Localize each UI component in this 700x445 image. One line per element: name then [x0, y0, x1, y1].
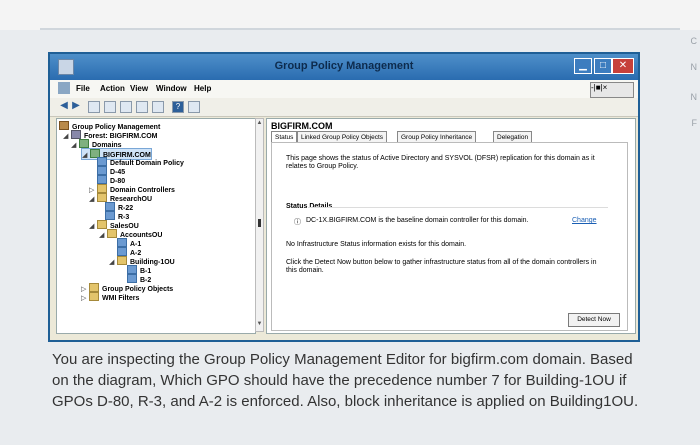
pane-title: BIGFIRM.COM	[271, 121, 333, 131]
gpo-link-icon	[105, 202, 115, 211]
forest-icon	[71, 130, 81, 139]
domains-icon	[79, 139, 89, 148]
list-icon[interactable]	[104, 101, 116, 113]
gpm-window: Group Policy Management ▁ □ ✕ File Actio…	[48, 52, 640, 342]
details-pane: BIGFIRM.COM Status Linked Group Policy O…	[266, 118, 636, 334]
toolbar: ◀ ▶ ?	[50, 98, 638, 117]
detect-hint: Click the Detect Now button below to gat…	[286, 259, 597, 266]
edge-letter: C	[690, 36, 698, 46]
gpo-link-icon	[117, 238, 127, 247]
menu-view[interactable]: View	[130, 84, 148, 93]
gpo-link-icon	[97, 175, 107, 184]
back-arrow-icon[interactable]: ◀	[58, 101, 70, 113]
menu-file[interactable]: File	[76, 84, 90, 93]
folder-icon[interactable]	[88, 101, 100, 113]
scroll-down-icon[interactable]: ▼	[256, 321, 263, 330]
ou-icon	[107, 229, 117, 238]
console-tree: Group Policy Management ◢ Forest: BIGFIRM…	[56, 118, 256, 334]
edge-letter: F	[691, 118, 698, 128]
status-pane: This page shows the status of Active Dir…	[271, 142, 628, 331]
tree-item-container[interactable]: ▷ WMI Filters	[81, 292, 139, 302]
intro-text: This page shows the status of Active Dir…	[286, 155, 595, 162]
console-icon	[58, 82, 70, 94]
ou-icon	[97, 193, 107, 202]
export-icon[interactable]	[152, 101, 164, 113]
close-button[interactable]: ✕	[612, 58, 634, 74]
info-icon: ⓘ	[294, 219, 301, 226]
question-line: You are inspecting the Group Policy Mana…	[52, 351, 633, 368]
menu-bar: File Action View Window Help -|■|×	[50, 80, 638, 98]
question-text: You are inspecting the Group Policy Mana…	[52, 349, 652, 412]
question-line: on the diagram, Which GPO should have th…	[52, 372, 627, 389]
title-bar: Group Policy Management ▁ □ ✕	[50, 54, 638, 80]
gpo-link-icon	[127, 265, 137, 274]
properties-icon[interactable]	[120, 101, 132, 113]
maximize-button[interactable]: □	[594, 58, 612, 74]
minimize-button[interactable]: ▁	[574, 58, 592, 74]
right-edge-panel: C N N F	[684, 30, 700, 150]
menu-help[interactable]: Help	[194, 84, 211, 93]
no-info-text: No Infrastructure Status information exi…	[286, 241, 467, 248]
console-tree-icon[interactable]	[188, 101, 200, 113]
splitter-handle[interactable]	[258, 219, 261, 227]
question-line: GPOs D-80, R-3, and A-2 is enforced. Als…	[52, 393, 639, 410]
folder-icon	[89, 292, 99, 301]
detect-now-button[interactable]: Detect Now	[568, 313, 620, 327]
status-details-rule	[308, 207, 608, 208]
gpo-link-icon	[127, 274, 137, 283]
gpm-icon	[59, 121, 69, 130]
change-link[interactable]: Change	[572, 217, 597, 224]
splitter-scrollbar[interactable]: ▲ ▼	[255, 118, 264, 332]
top-divider	[40, 28, 680, 30]
help-icon[interactable]: ?	[172, 101, 184, 113]
menu-action[interactable]: Action	[100, 84, 125, 93]
forward-arrow-icon[interactable]: ▶	[70, 101, 82, 113]
intro-text-2: relates to Group Policy.	[286, 163, 359, 170]
browser-top-bar	[0, 0, 700, 30]
gpo-link-icon	[117, 247, 127, 256]
edge-letter: N	[690, 92, 698, 102]
detect-hint-2: this domain.	[286, 267, 324, 274]
edge-letter: N	[690, 62, 698, 72]
window-title: Group Policy Management	[274, 60, 414, 72]
ou-icon	[117, 256, 127, 265]
scroll-up-icon[interactable]: ▲	[256, 120, 263, 129]
refresh-icon[interactable]	[136, 101, 148, 113]
gpo-link-icon	[97, 166, 107, 175]
folder-icon	[89, 283, 99, 292]
menu-window[interactable]: Window	[156, 84, 187, 93]
ou-icon	[97, 184, 107, 193]
ou-icon	[97, 220, 107, 229]
gpo-link-icon	[97, 157, 107, 166]
child-window-controls[interactable]: -|■|×	[590, 82, 634, 98]
baseline-text: DC-1X.BIGFIRM.COM is the baseline domain…	[306, 217, 529, 224]
gpo-link-icon	[105, 211, 115, 220]
